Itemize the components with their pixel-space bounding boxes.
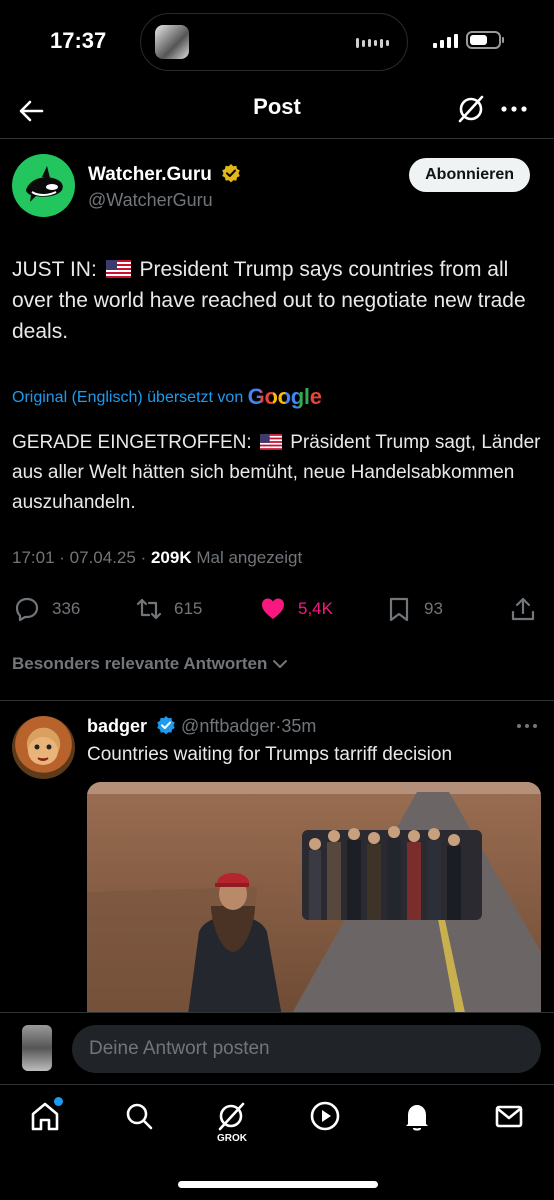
verified-blue-badge-icon bbox=[157, 716, 175, 735]
reply-icon bbox=[15, 597, 39, 622]
translated-prefix: GERADE EINGETROFFEN: bbox=[12, 432, 252, 453]
battery-icon bbox=[466, 31, 504, 49]
orca-logo-icon bbox=[26, 166, 63, 202]
reply-author-handle[interactable]: @nftbadger bbox=[181, 716, 275, 736]
share-icon bbox=[511, 597, 535, 621]
grok-icon bbox=[218, 1102, 245, 1131]
reply-sort-selector[interactable]: Besonders relevante Antworten bbox=[12, 654, 289, 674]
us-flag-icon bbox=[259, 434, 282, 450]
reply-text: Countries waiting for Trumps tarriff dec… bbox=[87, 744, 453, 765]
tab-notifications[interactable] bbox=[400, 1099, 436, 1135]
grok-tab-label: GROK bbox=[217, 1133, 247, 1144]
now-playing-thumbnail bbox=[155, 25, 189, 59]
dynamic-island[interactable] bbox=[140, 13, 408, 71]
tab-video[interactable] bbox=[308, 1099, 344, 1135]
post-date: 07.04.25 bbox=[69, 548, 136, 567]
views-label: Mal angezeigt bbox=[196, 548, 303, 567]
author-handle[interactable]: @WatcherGuru bbox=[88, 190, 213, 211]
reply-button[interactable]: 336 bbox=[14, 592, 80, 626]
more-options-icon[interactable] bbox=[498, 94, 530, 124]
tab-grok[interactable] bbox=[214, 1099, 250, 1135]
post-actions: 336 615 5,4K 93 bbox=[14, 592, 540, 626]
us-flag-icon bbox=[105, 260, 131, 278]
home-notification-dot bbox=[54, 1097, 63, 1106]
search-icon bbox=[126, 1103, 153, 1130]
reply-more-options-icon[interactable] bbox=[514, 716, 540, 736]
repost-button[interactable]: 615 bbox=[136, 592, 202, 626]
divider bbox=[0, 700, 554, 701]
post-text-prefix: JUST IN: bbox=[12, 258, 97, 281]
repost-icon bbox=[136, 598, 162, 620]
cellular-signal-icon bbox=[433, 34, 458, 48]
translation-label[interactable]: Original (Englisch) übersetzt von bbox=[12, 389, 243, 406]
mail-icon bbox=[495, 1105, 523, 1128]
status-bar: 17:37 bbox=[0, 0, 554, 86]
author-name[interactable]: Watcher.Guru bbox=[88, 164, 212, 185]
grok-icon[interactable] bbox=[455, 93, 487, 125]
verified-gold-badge-icon bbox=[222, 164, 240, 183]
google-logo: Google bbox=[247, 384, 322, 409]
reply-sort-label[interactable]: Besonders relevante Antworten bbox=[12, 654, 267, 674]
bookmark-count: 93 bbox=[424, 599, 443, 618]
top-bar: Post bbox=[0, 86, 554, 138]
post-meta: 17:01 · 07.04.25 · 209K Mal angezeigt bbox=[12, 548, 303, 567]
lion-avatar-icon bbox=[28, 737, 58, 765]
home-indicator bbox=[178, 1181, 378, 1188]
translated-text: GERADE EINGETROFFEN: Präsident Trump sag… bbox=[12, 428, 542, 518]
tab-messages[interactable] bbox=[492, 1099, 528, 1135]
bell-icon bbox=[406, 1105, 428, 1131]
chevron-down-icon bbox=[273, 660, 288, 668]
crowd-group bbox=[302, 826, 482, 920]
divider bbox=[0, 138, 554, 139]
status-time: 17:37 bbox=[50, 28, 107, 53]
reply-age: 35m bbox=[281, 716, 317, 736]
bottom-tab-bar: GROK bbox=[0, 1084, 554, 1200]
reply-media-image[interactable] bbox=[87, 782, 541, 1022]
reply-composer: Deine Antwort posten bbox=[0, 1012, 554, 1084]
post-author: Watcher.Guru @WatcherGuru Abonnieren bbox=[12, 154, 542, 220]
bookmark-icon bbox=[389, 597, 409, 622]
post-time: 17:01 bbox=[12, 548, 55, 567]
translation-attribution[interactable]: Original (Englisch) übersetzt von Google bbox=[12, 384, 322, 410]
author-avatar[interactable] bbox=[12, 154, 75, 217]
reply-header[interactable]: badger @nftbadger·35m bbox=[87, 715, 316, 737]
reply-input[interactable]: Deine Antwort posten bbox=[72, 1025, 541, 1073]
like-button[interactable]: 5,4K bbox=[260, 592, 333, 626]
heart-filled-icon bbox=[262, 598, 284, 619]
bookmark-button[interactable]: 93 bbox=[386, 592, 443, 626]
audio-wave-icon bbox=[356, 38, 389, 48]
reply-count: 336 bbox=[52, 599, 81, 618]
play-circle-icon bbox=[310, 1101, 340, 1131]
follow-button[interactable]: Abonnieren bbox=[409, 158, 530, 192]
reply-avatar[interactable] bbox=[12, 716, 75, 779]
tab-search[interactable] bbox=[122, 1099, 158, 1135]
author-name-row[interactable]: Watcher.Guru bbox=[88, 163, 241, 186]
share-button[interactable] bbox=[510, 592, 536, 626]
view-count[interactable]: 209K bbox=[151, 548, 192, 567]
repost-count: 615 bbox=[174, 599, 203, 618]
post-text: JUST IN: President Trump says countries … bbox=[12, 254, 542, 347]
reply-author-name[interactable]: badger bbox=[87, 716, 147, 736]
current-user-avatar[interactable] bbox=[22, 1025, 52, 1071]
like-count: 5,4K bbox=[298, 599, 333, 618]
desert-road-photo bbox=[87, 782, 541, 1022]
